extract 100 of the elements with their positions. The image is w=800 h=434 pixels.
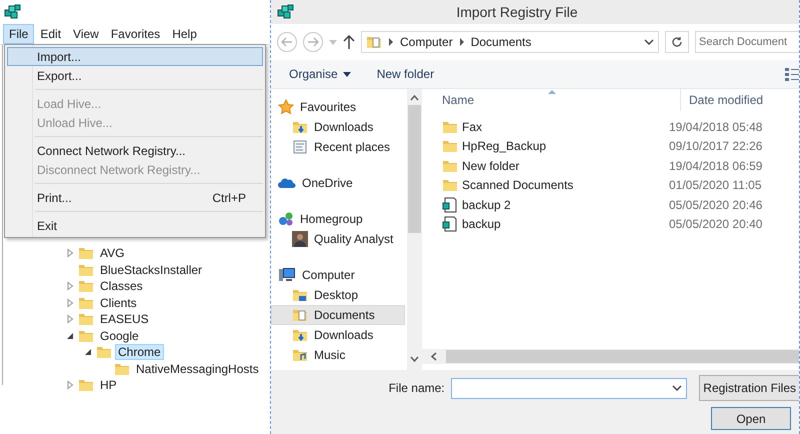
folder-icon <box>96 344 112 360</box>
file-date: 19/04/2018 05:48 <box>668 120 762 134</box>
menu-bar-item[interactable]: Favorites <box>104 24 166 44</box>
registry-editor-icon <box>4 4 22 20</box>
folder-icon <box>442 177 458 194</box>
expanded-arrow-icon[interactable] <box>65 330 75 341</box>
chevron-icon[interactable] <box>458 38 465 46</box>
folder-icon <box>366 34 382 50</box>
collapsed-arrow-icon[interactable] <box>65 248 75 258</box>
chevron-icon[interactable] <box>388 38 394 46</box>
folder-icon <box>292 327 308 343</box>
navigation-item[interactable]: Music <box>271 345 405 365</box>
star-icon <box>278 99 294 115</box>
toolbar-button[interactable]: Organise <box>287 65 353 83</box>
computer-icon <box>278 267 296 283</box>
file-name[interactable]: HpReg_Backup <box>462 139 546 154</box>
navigation-item[interactable]: Documents <box>271 305 405 325</box>
scroll-down-icon[interactable] <box>410 356 419 362</box>
registry-editor-icon <box>277 4 295 20</box>
dropdown-icon[interactable] <box>672 385 682 391</box>
up-arrow-icon[interactable] <box>343 35 355 49</box>
horizontal-scrollbar[interactable] <box>422 349 799 364</box>
homegroup-icon <box>278 211 294 227</box>
user-icon <box>292 231 308 247</box>
expanded-arrow-icon[interactable] <box>83 347 93 358</box>
caret-icon <box>342 72 351 76</box>
file-name[interactable]: Scanned Documents <box>462 178 574 192</box>
file-name[interactable]: New folder <box>462 158 520 173</box>
folder-icon <box>78 377 94 394</box>
tree-item[interactable]: AVG <box>97 245 128 262</box>
file-name-field[interactable] <box>450 378 688 398</box>
file-name[interactable]: Fax <box>462 120 482 134</box>
navigation-item[interactable]: Recent places <box>271 137 405 157</box>
sort-arrow-icon <box>548 89 556 94</box>
navigation-item[interactable]: Computer <box>271 265 405 285</box>
tree-item[interactable]: Classes <box>97 278 146 294</box>
dropdown-icon[interactable] <box>644 39 654 45</box>
collapsed-arrow-icon[interactable] <box>65 314 75 324</box>
tree-item[interactable]: Clients <box>97 294 140 311</box>
open-button[interactable]: Open <box>711 407 791 430</box>
file-name[interactable]: backup 2 <box>462 198 511 212</box>
forward-arrow-icon <box>307 37 319 47</box>
navigation-item[interactable]: Homegroup <box>271 209 405 229</box>
toolbar-button[interactable]: New folder <box>374 65 436 83</box>
collapsed-arrow-icon[interactable] <box>65 281 75 292</box>
file-date: 05/05/2020 20:46 <box>668 198 762 212</box>
refresh-button[interactable] <box>665 31 689 53</box>
menu-bar-item[interactable]: View <box>67 24 105 44</box>
collapsed-arrow-icon[interactable] <box>65 380 75 390</box>
address-bar[interactable]: Computer Documents <box>361 31 659 53</box>
navigation-item[interactable]: OneDrive <box>271 173 405 193</box>
tree-item[interactable]: BlueStacksInstaller <box>97 262 206 278</box>
menu-item[interactable]: Exit <box>7 216 263 235</box>
folder-icon <box>78 311 94 328</box>
file-date: 01/05/2020 11:05 <box>668 178 762 192</box>
tree-item[interactable]: EASEUS <box>97 311 152 328</box>
window-title: Import Registry File <box>455 4 579 20</box>
column-header[interactable]: Date modified <box>680 89 764 111</box>
folder-icon <box>292 347 308 363</box>
file-date: 09/10/2017 22:26 <box>668 139 762 154</box>
menu-item[interactable]: Export... <box>7 66 263 85</box>
menu-item[interactable]: Print... Ctrl+P <box>7 188 263 207</box>
folder-icon <box>292 287 308 303</box>
cloud-icon <box>278 176 296 190</box>
menu-bar-item[interactable]: Edit <box>34 24 68 44</box>
menu-bar-item[interactable]: Help <box>166 24 203 44</box>
search-field[interactable]: Search Document <box>695 31 799 53</box>
menu-item[interactable]: Import... <box>7 47 263 66</box>
file-date: 05/05/2020 20:40 <box>668 217 762 232</box>
folder-icon <box>78 245 94 262</box>
file-date: 19/04/2018 06:59 <box>668 158 762 173</box>
navigation-item[interactable]: Favourites <box>271 97 405 117</box>
scroll-left-icon[interactable] <box>430 352 438 361</box>
folder-icon <box>442 138 458 154</box>
folder-icon <box>292 119 308 135</box>
tree-item[interactable]: HP <box>97 377 120 394</box>
registry-file-icon <box>442 216 458 232</box>
tree-item[interactable]: Chrome <box>115 344 164 360</box>
navigation-item[interactable]: Downloads <box>271 325 405 345</box>
registry-file-icon <box>442 196 458 213</box>
back-arrow-icon <box>281 37 293 47</box>
file-name-label: File name: <box>388 381 445 395</box>
file-name[interactable]: backup <box>462 217 501 232</box>
navigation-item[interactable]: Desktop <box>271 285 405 305</box>
navigation-item[interactable]: Quality Analyst <box>271 229 405 249</box>
tree-item[interactable]: NativeMessagingHosts <box>133 360 262 377</box>
folder-icon <box>292 307 308 323</box>
tree-item[interactable]: Google <box>97 328 142 344</box>
navigation-item[interactable]: Downloads <box>271 117 405 137</box>
file-type-dropdown[interactable]: Registration Files <box>699 375 799 401</box>
refresh-icon <box>671 36 683 48</box>
collapsed-arrow-icon[interactable] <box>65 298 75 308</box>
column-header[interactable]: Name <box>422 93 680 107</box>
vertical-scrollbar[interactable] <box>407 89 422 370</box>
menu-item[interactable]: Connect Network Registry... <box>7 141 263 160</box>
scroll-up-icon[interactable] <box>410 95 419 101</box>
folder-icon <box>78 278 94 294</box>
view-options-icon[interactable] <box>785 67 799 81</box>
recent-places-icon <box>292 139 308 155</box>
menu-bar-item[interactable]: File <box>3 24 34 44</box>
